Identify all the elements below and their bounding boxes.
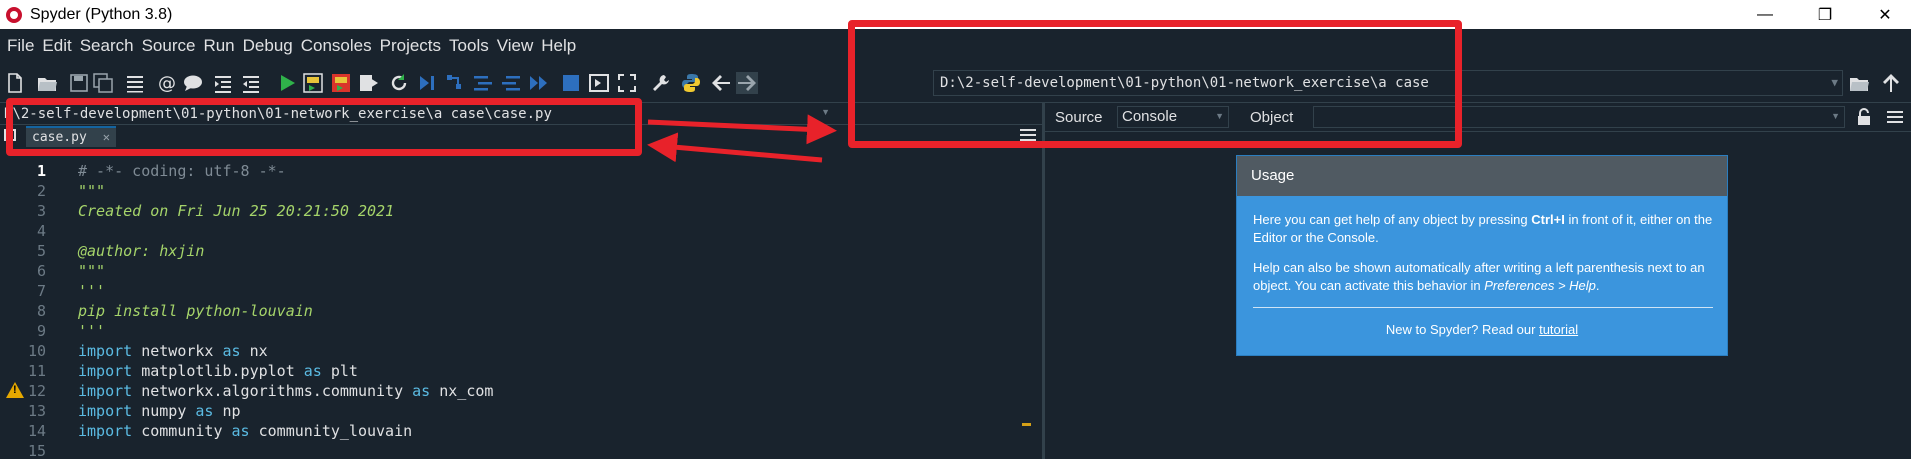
debug-icon[interactable] (444, 72, 466, 94)
menu-debug[interactable]: Debug (240, 36, 296, 56)
debug-step-icon[interactable] (416, 72, 438, 94)
unindent-icon[interactable] (240, 72, 262, 94)
code-line: # -*- coding: utf-8 -*- (78, 162, 286, 180)
code-line: ''' (78, 282, 106, 300)
menu-projects[interactable]: Projects (377, 36, 444, 56)
line-number: 1 (36, 162, 46, 180)
new-file-icon[interactable] (4, 72, 26, 94)
maximize-button[interactable]: ❐ (1802, 0, 1848, 29)
line-number: 9 (36, 322, 46, 340)
menu-consoles[interactable]: Consoles (298, 36, 375, 56)
line-number: 11 (27, 362, 46, 380)
code-line: pip install python-louvain (78, 302, 313, 320)
at-icon[interactable]: @ (156, 72, 178, 94)
open-folder-icon[interactable] (36, 72, 58, 94)
chevron-down-icon[interactable]: ▼ (821, 107, 830, 117)
run-icon[interactable] (276, 72, 298, 94)
spyder-logo-icon (6, 6, 22, 23)
usage-paragraph-2: Help can also be shown automatically aft… (1253, 260, 1705, 293)
save-icon[interactable] (68, 72, 90, 94)
scrollbar-marker (1022, 423, 1031, 426)
outline-icon[interactable] (124, 72, 146, 94)
maximize-pane-icon[interactable] (588, 72, 610, 94)
debug-continue-icon[interactable] (472, 72, 494, 94)
help-options-menu-icon[interactable] (1887, 111, 1903, 123)
run-cell-icon[interactable] (302, 72, 324, 94)
line-number: 4 (36, 222, 46, 240)
code-line: """ (78, 262, 106, 280)
menu-edit[interactable]: Edit (39, 36, 74, 56)
minimize-button[interactable]: — (1742, 0, 1788, 29)
code-editor[interactable]: # -*- coding: utf-8 -*- """ Created on Fri… (78, 160, 1018, 459)
code-line: import community as community_louvain (78, 422, 413, 440)
warning-icon[interactable] (6, 382, 24, 398)
stop-icon[interactable] (560, 72, 582, 94)
comment-icon[interactable] (182, 72, 204, 94)
run-cell-advance-icon[interactable] (330, 72, 352, 94)
code-line: ''' (78, 322, 106, 340)
menu-source[interactable]: Source (139, 36, 199, 56)
line-number: 14 (27, 422, 46, 440)
line-number: 5 (36, 242, 46, 260)
back-arrow-icon[interactable] (710, 72, 732, 94)
usage-divider (1253, 307, 1713, 308)
code-line: import networkx as nx (78, 342, 268, 360)
line-number: 6 (36, 262, 46, 280)
indent-icon[interactable] (212, 72, 234, 94)
menu-run[interactable]: Run (200, 36, 237, 56)
code-line: import networkx.algorithms.community as … (78, 382, 494, 400)
line-number: 3 (36, 202, 46, 220)
code-line: """ (78, 182, 106, 200)
usage-paragraph-1: Here you can get help of any object by p… (1253, 212, 1713, 245)
line-number: 15 (27, 442, 46, 459)
annotation-box-editor-path (6, 98, 642, 156)
chevron-down-icon[interactable]: ▼ (1831, 76, 1838, 89)
rerun-icon[interactable] (388, 72, 410, 94)
svg-text:@: @ (158, 73, 176, 94)
usage-heading: Usage (1237, 156, 1727, 196)
tutorial-link[interactable]: tutorial (1539, 322, 1578, 337)
spyder-window: Spyder (Python 3.8) — ❐ ✕ File Edit Search… (0, 0, 1911, 459)
line-number: 13 (27, 402, 46, 420)
code-line: @author: hxjin (78, 242, 205, 260)
menu-view[interactable]: View (494, 36, 537, 56)
debug-next-icon[interactable] (500, 72, 522, 94)
menu-tools[interactable]: Tools (446, 36, 492, 56)
wrench-icon[interactable] (650, 72, 672, 94)
code-line: Created on Fri Jun 25 20:21:50 2021 (78, 202, 395, 220)
debug-continue-arrows-icon[interactable] (528, 72, 550, 94)
unlock-icon[interactable] (1857, 108, 1871, 126)
forward-arrow-icon[interactable] (736, 72, 758, 94)
close-button[interactable]: ✕ (1862, 0, 1908, 29)
menu-file[interactable]: File (4, 36, 37, 56)
line-number: 10 (27, 342, 46, 360)
parent-dir-arrow-icon[interactable] (1880, 72, 1902, 94)
arrow-to-editor-path (647, 132, 823, 163)
fullscreen-icon[interactable] (616, 72, 638, 94)
menu-search[interactable]: Search (77, 36, 137, 56)
line-number: 2 (36, 182, 46, 200)
window-title: Spyder (Python 3.8) (30, 5, 173, 23)
menu-help[interactable]: Help (538, 36, 579, 56)
chevron-down-icon: ▼ (1831, 111, 1840, 121)
usage-footer: New to Spyder? Read our tutorial (1385, 322, 1579, 337)
code-line: import matplotlib.pyplot as plt (78, 362, 358, 380)
python-icon[interactable] (680, 72, 702, 94)
save-all-icon[interactable] (92, 72, 114, 94)
run-selection-icon[interactable] (358, 72, 380, 94)
browse-folder-icon[interactable] (1848, 72, 1870, 94)
line-number: 7 (36, 282, 46, 300)
code-line: import numpy as np (78, 402, 241, 420)
line-number: 8 (36, 302, 46, 320)
usage-panel: Usage Here you can get help of any objec… (1236, 155, 1728, 356)
line-number-gutter: 1 2 3 4 5 6 7 8 9 10 11 12 13 14 15 (0, 160, 78, 459)
annotation-box-working-directory (848, 20, 1462, 148)
